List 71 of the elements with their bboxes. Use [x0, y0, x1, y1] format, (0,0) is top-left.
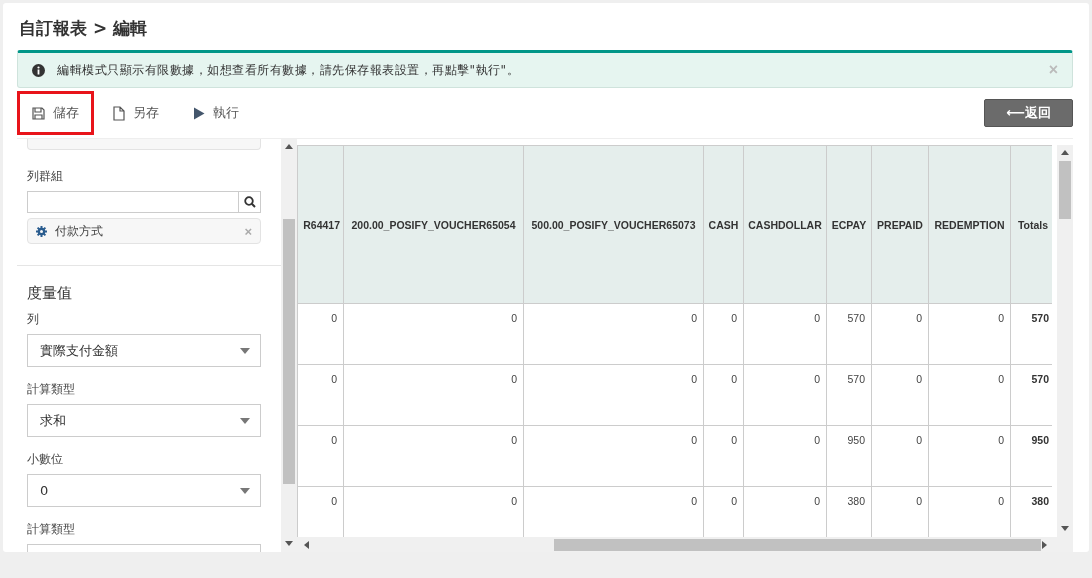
- caret-icon: [240, 417, 250, 424]
- table-cell: 0: [871, 364, 929, 426]
- table-cell: 0: [297, 425, 344, 487]
- table-cell: 570: [826, 364, 872, 426]
- caret-icon: [240, 487, 250, 494]
- column-header: R64417: [297, 145, 344, 304]
- scrollbar[interactable]: [281, 139, 297, 552]
- column-header: CASH: [703, 145, 744, 304]
- table-cell: 0: [343, 364, 524, 426]
- table-cell: 0: [703, 364, 744, 426]
- field-label: 列群組: [27, 168, 64, 185]
- column-header: PREPAID: [871, 145, 929, 304]
- toolbar-button[interactable]: 執行: [178, 91, 254, 135]
- document-icon: [113, 105, 125, 121]
- table-cell: 0: [743, 303, 827, 365]
- table-cell: 0: [928, 303, 1011, 365]
- table-cell: 0: [928, 364, 1011, 426]
- table-cell: 0: [703, 425, 744, 487]
- section-heading: 度量值: [27, 284, 73, 303]
- table-cell: 0: [871, 425, 929, 487]
- table-cell: 950: [826, 425, 872, 487]
- field-label: 計算類型: [27, 381, 76, 398]
- table-cell: 0: [743, 425, 827, 487]
- column-header: Totals: [1010, 145, 1052, 304]
- column-header: 200.00_POSIFY_VOUCHER65054: [343, 145, 524, 304]
- page-title: 自訂報表 > 編輯: [19, 17, 149, 40]
- play-icon: [193, 106, 205, 120]
- column-header: ECPAY: [826, 145, 872, 304]
- table-cell: 0: [343, 425, 524, 487]
- table-cell: 0: [297, 303, 344, 365]
- chip-label: 付款方式: [55, 222, 104, 240]
- field-label: 小數位: [27, 451, 64, 468]
- search-field[interactable]: [27, 191, 261, 213]
- arrow-icon[interactable]: [1061, 149, 1069, 157]
- arrow-icon[interactable]: [1041, 540, 1049, 549]
- table-cell: 0: [297, 364, 344, 426]
- scrollbar-thumb[interactable]: [553, 538, 1041, 551]
- toolbar-button[interactable]: 儲存: [17, 91, 94, 135]
- select-field[interactable]: 求和: [27, 404, 261, 437]
- table-cell: 0: [523, 364, 704, 426]
- alert-message: 編輯模式只顯示有限數據，如想查看所有數據，請先保存報表設置，再點擊"執行"。: [57, 61, 521, 79]
- arrow-icon[interactable]: [285, 540, 293, 548]
- table-cell: 0: [703, 303, 744, 365]
- info-icon: [32, 63, 45, 77]
- field-label: 列: [27, 311, 40, 328]
- gear-icon: [36, 225, 47, 237]
- table-cell: 0: [871, 303, 929, 365]
- back-button[interactable]: ⟵返回: [984, 99, 1073, 127]
- toolbar-button[interactable]: 另存: [98, 91, 174, 135]
- save-icon: [32, 106, 45, 120]
- select-field[interactable]: 0: [27, 474, 261, 507]
- table-cell: 570: [826, 303, 872, 365]
- search-icon: [243, 196, 256, 208]
- field-label: 計算類型: [27, 521, 76, 538]
- arrow-icon[interactable]: [1061, 525, 1069, 533]
- table-cell: 0: [523, 425, 704, 487]
- arrow-icon[interactable]: [285, 143, 293, 151]
- scrollbar-thumb[interactable]: [283, 219, 295, 484]
- scrollbar-thumb[interactable]: [1059, 161, 1071, 219]
- arrow-icon[interactable]: [303, 540, 311, 549]
- table-cell: 0: [743, 364, 827, 426]
- column-header: REDEMPTION: [928, 145, 1011, 304]
- column-header: 500.00_POSIFY_VOUCHER65073: [523, 145, 704, 304]
- table-cell: 0: [928, 425, 1011, 487]
- table-cell: 0: [343, 303, 524, 365]
- scrollbar[interactable]: [297, 537, 1073, 552]
- select-field[interactable]: 實際支付金額: [27, 334, 261, 367]
- table-cell: 0: [523, 303, 704, 365]
- caret-icon: [240, 347, 250, 354]
- column-header: CASHDOLLAR: [743, 145, 827, 304]
- scrollbar[interactable]: [1057, 145, 1073, 537]
